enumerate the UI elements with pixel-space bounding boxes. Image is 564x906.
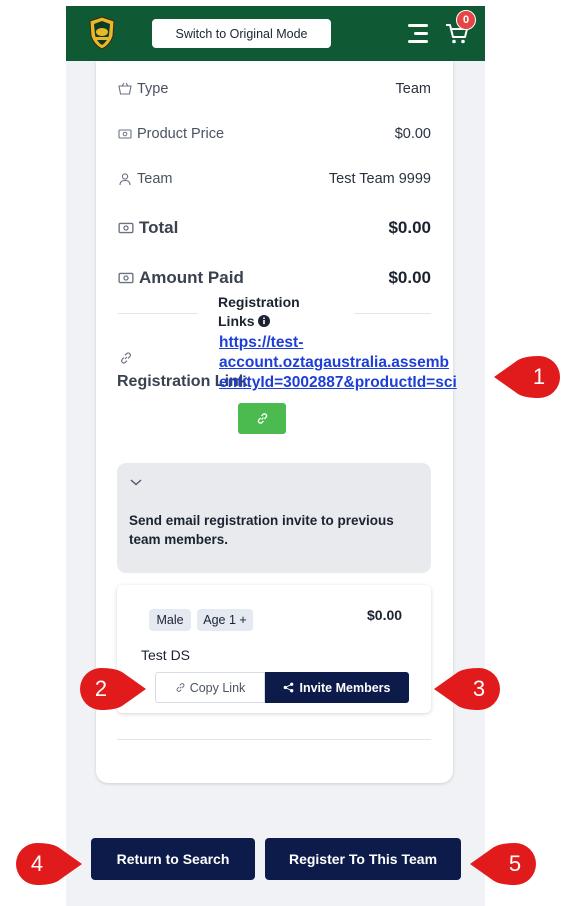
total-row: Total $0.00: [118, 218, 431, 238]
type-row: Type Team: [118, 81, 431, 97]
registration-url-link[interactable]: https://test- account.oztagaustralia.ass…: [219, 333, 484, 393]
age-tag: Age 1 +: [197, 609, 253, 631]
callout-marker-2: 2: [80, 668, 146, 710]
link-icon: [176, 683, 185, 692]
link-icon: [121, 352, 131, 364]
basket-icon: [118, 82, 132, 95]
registration-summary-card: Type Team Product Price $0.00 Team Test …: [96, 61, 457, 783]
register-to-team-button[interactable]: Register To This Team: [265, 838, 461, 880]
amount-paid-value: $0.00: [388, 268, 431, 287]
type-label: Type: [137, 81, 169, 97]
divider: [118, 313, 198, 314]
top-navigation-bar: Switch to Original Mode 0: [66, 6, 485, 61]
return-to-search-button[interactable]: Return to Search: [91, 838, 255, 880]
invite-members-button[interactable]: Invite Members: [265, 672, 409, 703]
chevron-down-icon[interactable]: [129, 477, 143, 487]
invite-description: Send email registration invite to previo…: [129, 513, 394, 547]
team-value: Test Team 9999: [328, 171, 431, 187]
amount-paid-label: Amount Paid: [139, 268, 244, 287]
money-icon: [118, 129, 132, 139]
copy-link-button[interactable]: Copy Link: [155, 672, 265, 703]
team-price: $0.00: [367, 607, 403, 623]
divider: [117, 739, 431, 740]
team-label: Team: [137, 171, 173, 187]
team-row: Team Test Team 9999: [118, 171, 431, 187]
gender-tag: Male: [149, 609, 191, 631]
product-price-value: $0.00: [394, 126, 431, 142]
callout-marker-1: 1: [494, 356, 560, 398]
email-invite-panel: Send email registration invite to previo…: [117, 463, 431, 573]
total-label: Total: [139, 218, 179, 237]
info-icon[interactable]: [258, 315, 271, 327]
product-price-label: Product Price: [137, 126, 225, 142]
callout-marker-3: 3: [434, 668, 500, 710]
product-price-row: Product Price $0.00: [118, 126, 431, 142]
money-icon: [118, 272, 134, 284]
copy-registration-link-button[interactable]: [238, 403, 286, 434]
type-value: Team: [395, 81, 431, 97]
total-value: $0.00: [388, 218, 431, 237]
registration-links-title: Registration Links: [218, 294, 300, 329]
money-icon: [118, 222, 134, 234]
switch-mode-button[interactable]: Switch to Original Mode: [152, 19, 331, 48]
team-name: Test DS: [141, 647, 191, 663]
link-icon: [257, 413, 267, 424]
callout-marker-4: 4: [16, 843, 82, 885]
callout-marker-5: 5: [470, 843, 536, 885]
divider: [354, 313, 431, 314]
share-icon: [284, 682, 294, 693]
hamburger-menu-icon[interactable]: [406, 23, 428, 43]
team-product-card: Male Age 1 + $0.00 Test DS Copy Link Inv…: [117, 585, 431, 713]
cart-count-badge: 0: [456, 10, 476, 30]
amount-paid-row: Amount Paid $0.00: [118, 268, 431, 288]
mobile-viewport: Switch to Original Mode 0 Type Team Prod…: [66, 6, 485, 906]
user-icon: [119, 173, 131, 186]
oztag-logo-icon[interactable]: [88, 16, 116, 50]
